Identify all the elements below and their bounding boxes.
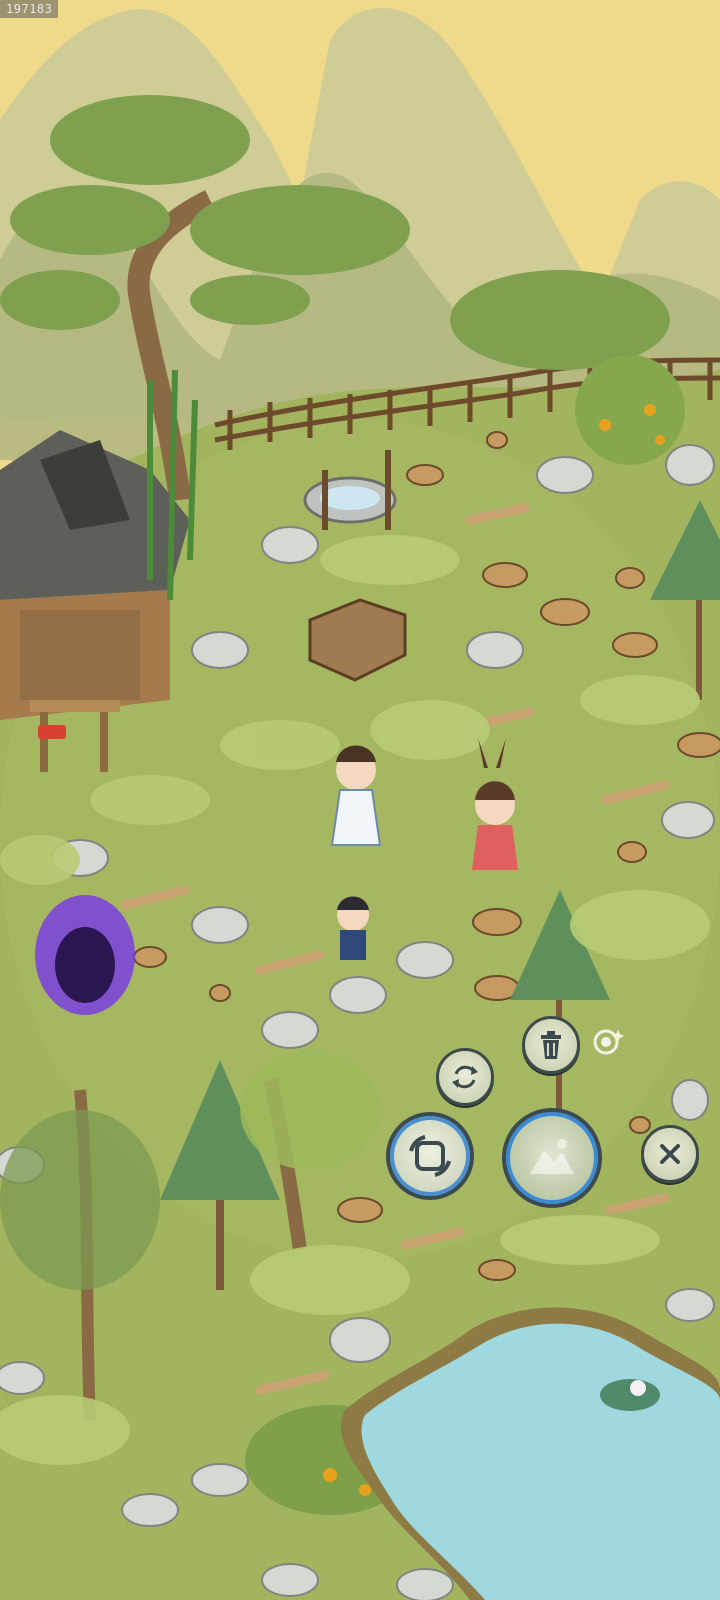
game-scene[interactable] bbox=[0, 0, 720, 1600]
cancel-button[interactable] bbox=[641, 1125, 699, 1183]
rotate-frame-icon bbox=[409, 1135, 451, 1177]
confirm-placement-button[interactable] bbox=[502, 1108, 602, 1208]
recycle-arrows-icon bbox=[452, 1065, 478, 1089]
confirm-placement-icon bbox=[530, 1139, 574, 1174]
recycle-button[interactable] bbox=[436, 1048, 494, 1106]
purple-portal[interactable] bbox=[35, 895, 135, 1015]
delete-button[interactable] bbox=[522, 1016, 580, 1074]
locate-target-button[interactable] bbox=[586, 1022, 626, 1062]
build-id-label: 197183 bbox=[0, 0, 59, 18]
character-white-robe[interactable] bbox=[330, 745, 382, 846]
target-sparkle-icon bbox=[593, 1029, 624, 1055]
rotate-button[interactable] bbox=[386, 1112, 474, 1200]
close-x-icon bbox=[660, 1144, 680, 1164]
trash-can-icon bbox=[541, 1031, 561, 1059]
